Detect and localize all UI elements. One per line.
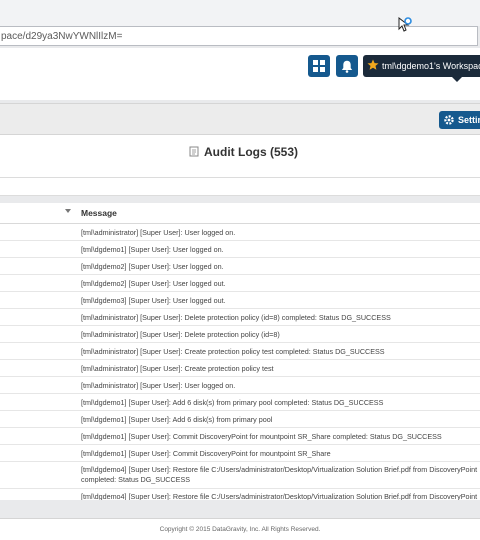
table-header xyxy=(0,203,480,224)
row-message: [tml\administrator] [Super User]: Create… xyxy=(81,364,274,373)
table-row[interactable]: [tml\administrator] [Super User]: Delete… xyxy=(0,309,480,326)
column-header-message[interactable]: Message xyxy=(81,208,117,218)
mouse-cursor-icon xyxy=(398,17,412,32)
table-row[interactable]: [tml\dgdemo1] [Super User]: Commit Disco… xyxy=(0,428,480,445)
row-message: [tml\administrator] [Super User]: User l… xyxy=(81,228,236,237)
settings-label: Settin xyxy=(458,115,480,125)
star-icon xyxy=(367,59,379,70)
row-message: [tml\dgdemo1] [Super User]: Commit Disco… xyxy=(81,432,442,441)
content-gap xyxy=(0,500,480,518)
workspace-label: tml\dgdemo1's Workspace xyxy=(382,61,480,71)
settings-button[interactable]: Settin xyxy=(439,111,480,129)
workspace-caret xyxy=(452,77,462,82)
row-message: [tml\dgdemo1] [Super User]: Add 6 disk(s… xyxy=(81,415,273,424)
grid-icon xyxy=(313,60,325,72)
table-row[interactable]: [tml\dgdemo1] [Super User]: User logged … xyxy=(0,241,480,258)
table-row[interactable]: [tml\dgdemo2] [Super User]: User logged … xyxy=(0,258,480,275)
row-message-continued: completed: Status DG_SUCCESS xyxy=(81,475,191,484)
footer: Copyright © 2015 DataGravity, Inc. All R… xyxy=(0,518,480,540)
row-message: [tml\dgdemo2] [Super User]: User logged … xyxy=(81,279,226,288)
page-title: Audit Logs (553) xyxy=(204,145,299,159)
table-row[interactable]: [tml\dgdemo3] [Super User]: User logged … xyxy=(0,292,480,309)
filter-row xyxy=(0,178,480,196)
row-message: [tml\dgdemo1] [Super User]: User logged … xyxy=(81,245,224,254)
table-row[interactable]: [tml\administrator] [Super User]: Create… xyxy=(0,343,480,360)
table-row[interactable]: [tml\administrator] [Super User]: Delete… xyxy=(0,326,480,343)
table-row[interactable]: [tml\dgdemo2] [Super User]: User logged … xyxy=(0,275,480,292)
toolbar xyxy=(0,103,480,135)
bell-icon xyxy=(341,60,353,73)
row-message: [tml\administrator] [Super User]: Create… xyxy=(81,347,385,356)
table-row[interactable]: [tml\dgdemo4] [Super User]: Restore file… xyxy=(0,489,480,500)
row-message: [tml\dgdemo1] [Super User]: Add 6 disk(s… xyxy=(81,398,384,407)
row-message: [tml\dgdemo4] [Super User]: Restore file… xyxy=(81,465,478,474)
row-message: [tml\dgdemo3] [Super User]: User logged … xyxy=(81,296,226,305)
audit-log-table-body: [tml\administrator] [Super User]: User l… xyxy=(0,224,480,500)
gear-icon xyxy=(444,115,454,125)
row-message: [tml\dgdemo2] [Super User]: User logged … xyxy=(81,262,224,271)
table-row[interactable]: [tml\dgdemo1] [Super User]: Commit Disco… xyxy=(0,445,480,462)
workspace-button[interactable]: tml\dgdemo1's Workspace xyxy=(363,55,480,77)
sort-arrow-icon[interactable] xyxy=(65,209,71,213)
table-row[interactable]: [tml\dgdemo1] [Super User]: Add 6 disk(s… xyxy=(0,411,480,428)
table-row[interactable]: [tml\dgdemo4] [Super User]: Restore file… xyxy=(0,462,480,489)
row-message: [tml\administrator] [Super User]: Delete… xyxy=(81,330,280,339)
table-row[interactable]: [tml\administrator] [Super User]: Create… xyxy=(0,360,480,377)
table-row[interactable]: [tml\dgdemo1] [Super User]: Add 6 disk(s… xyxy=(0,394,480,411)
row-message: [tml\administrator] [Super User]: User l… xyxy=(81,381,236,390)
grid-button[interactable] xyxy=(308,55,330,77)
table-row[interactable]: [tml\administrator] [Super User]: User l… xyxy=(0,377,480,394)
row-message: [tml\dgdemo1] [Super User]: Commit Disco… xyxy=(81,449,331,458)
table-row[interactable]: [tml\administrator] [Super User]: User l… xyxy=(0,224,480,241)
row-message: [tml\administrator] [Super User]: Delete… xyxy=(81,313,391,322)
row-message: [tml\dgdemo4] [Super User]: Restore file… xyxy=(81,492,478,500)
document-icon xyxy=(189,146,199,157)
notifications-button[interactable] xyxy=(336,55,358,77)
